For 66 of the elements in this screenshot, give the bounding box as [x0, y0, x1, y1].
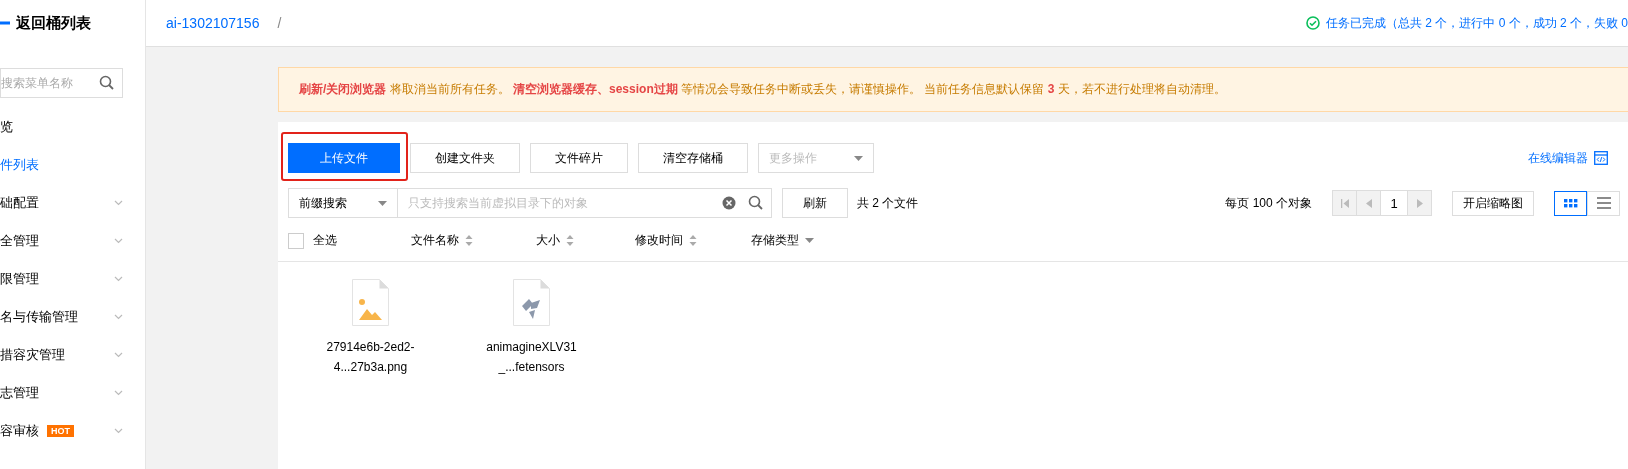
grid-view-icon — [1563, 198, 1578, 208]
menu-item[interactable]: 件列表 — [0, 146, 145, 184]
chevron-icon — [114, 390, 123, 396]
column-header[interactable]: 大小 — [536, 232, 635, 249]
clear-icon — [722, 196, 736, 210]
file-name[interactable]: animagineXLV31 _...fetensors — [486, 337, 577, 377]
toolbar-button[interactable]: 创建文件夹 — [410, 143, 520, 173]
menu-item[interactable]: 措容灾管理 — [0, 336, 145, 374]
sort-icon — [465, 235, 473, 246]
file-icon — [512, 279, 551, 327]
search-mode-dropdown[interactable]: 前缀搜索 — [288, 188, 398, 218]
next-page-button[interactable] — [1407, 191, 1431, 215]
editor-link[interactable]: 在线编辑器 — [1528, 149, 1608, 167]
chevron-icon — [114, 200, 123, 206]
sort-icon — [689, 235, 697, 246]
prev-page-icon — [1365, 198, 1372, 208]
column-header[interactable]: 文件名称 — [411, 232, 536, 249]
code-window-icon — [1594, 151, 1608, 165]
back-label: 返回桶列表 — [16, 13, 91, 33]
menu-item[interactable]: 础配置 — [0, 184, 145, 222]
chevron-icon — [114, 238, 123, 244]
prev-page-button[interactable] — [1357, 191, 1381, 215]
chevron-icon — [114, 314, 123, 320]
image-file-icon — [351, 279, 390, 327]
column-header[interactable]: 存储类型 — [751, 232, 814, 249]
breadcrumb-separator: / — [277, 15, 282, 31]
caret-icon — [378, 200, 387, 206]
chevron-icon — [114, 276, 123, 282]
menu-item[interactable]: 志管理 — [0, 374, 145, 412]
bucket-link[interactable]: ai-1302107156 — [166, 15, 260, 31]
column-header[interactable]: 修改时间 — [635, 232, 751, 249]
caret-icon — [854, 155, 863, 161]
view-toggle[interactable] — [1554, 190, 1587, 216]
select-all-label: 全选 — [313, 232, 337, 249]
menu-item[interactable]: 全管理 — [0, 222, 145, 260]
hot-badge: HOT — [47, 425, 74, 437]
refresh-button[interactable]: 刷新 — [782, 188, 848, 218]
menu-item[interactable]: 名与传输管理 — [0, 298, 145, 336]
file-count: 共 2 个文件 — [857, 194, 919, 212]
file-name[interactable]: 27914e6b-2ed2- 4...27b3a.png — [326, 337, 415, 377]
search-field[interactable]: 只支持搜索当前虚拟目录下的对象 — [398, 188, 772, 218]
menu-item[interactable]: 限管理 — [0, 260, 145, 298]
menu-search-field[interactable]: 搜索菜单名称 — [0, 68, 123, 98]
toolbar-button[interactable]: 文件碎片 — [530, 143, 628, 173]
back-arrow-icon — [0, 21, 10, 25]
per-page-label: 每页 100 个对象 — [1225, 194, 1312, 212]
filter-caret-icon — [805, 238, 814, 243]
notice-text: 刷新/关闭浏览器 将取消当前所有任务。 清空浏览器缓存、session过期 等情况会导致任务中断或丢失，请谨慎操作。 当前任务信息默认保留 3 天，若不进行处理将自动清理。 — [299, 81, 1227, 98]
menu-item[interactable]: 览 — [0, 108, 145, 146]
toolbar-button[interactable]: 上传文件 — [288, 143, 400, 173]
first-page-button[interactable] — [1333, 191, 1357, 215]
sort-icon — [566, 235, 574, 246]
menu-item[interactable]: 容审核 HOT — [0, 412, 145, 450]
first-page-icon — [1340, 198, 1349, 208]
next-page-icon — [1416, 198, 1423, 208]
check-circle-icon — [1305, 16, 1320, 30]
select-all-checkbox[interactable] — [288, 232, 304, 249]
chevron-icon — [114, 352, 123, 358]
task-status: 任务已完成（总共 2 个，进行中 0 个，成功 2 个，失败 0 — [1325, 14, 1628, 32]
list-view-icon — [1596, 197, 1611, 209]
toolbar-button[interactable]: 清空存储桶 — [638, 143, 748, 173]
thumbnail-button[interactable]: 开启缩略图 — [1452, 190, 1534, 216]
page-number: 1 — [1389, 194, 1399, 213]
search-icon — [99, 75, 115, 91]
chevron-icon — [114, 428, 123, 434]
search-icon — [748, 195, 764, 211]
